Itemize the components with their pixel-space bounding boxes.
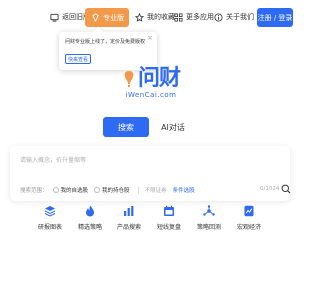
- info-icon: [214, 12, 223, 22]
- close-icon[interactable]: ×: [147, 35, 153, 42]
- nav-my-favorites[interactable]: 我的收藏: [135, 8, 175, 26]
- divider: [137, 186, 139, 194]
- nav-my-favorites-label: 我的收藏: [147, 13, 175, 21]
- calendar-icon: [163, 205, 175, 217]
- feature-label: 宏观经济: [236, 224, 261, 231]
- radio-holdings-label: 我的持仓股: [102, 188, 130, 194]
- network-icon: [203, 205, 215, 217]
- search-scope-row: 搜索范围： 我的自选股 我的持仓股 不限证券 条件选股: [20, 185, 195, 195]
- feature-strategy-backtest[interactable]: 策略回测: [189, 205, 229, 241]
- search-box: 搜索范围： 我的自选股 我的持仓股 不限证券 条件选股 0/1024: [10, 146, 292, 201]
- tab-ai-chat[interactable]: AI对话: [150, 117, 196, 137]
- feature-research-charts[interactable]: 研报图表: [30, 205, 70, 241]
- scope-label: 搜索范围：: [20, 188, 48, 194]
- radio-holdings[interactable]: 我的持仓股: [94, 186, 130, 194]
- monitor-icon: [50, 13, 59, 22]
- logo-text: 问财: [137, 66, 181, 91]
- nav-pro-version[interactable]: 专业版: [85, 8, 129, 27]
- feature-selected-strategy[interactable]: 精选策略: [70, 205, 110, 241]
- top-bar: 返回旧版 专业版 我的收藏 更多应用 关于我们 注册 / 登录: [0, 0, 300, 34]
- condition-filter-link[interactable]: 条件选股: [173, 186, 195, 194]
- popup-view-button[interactable]: 快来查看: [65, 54, 91, 64]
- logo-bulb-icon: [124, 71, 134, 87]
- bar-chart-icon: [123, 205, 135, 217]
- feature-label: 产品搜索: [116, 224, 141, 231]
- radio-dot: [52, 187, 59, 193]
- layers-icon: [44, 205, 56, 217]
- pro-announcement-popup: 问财专业版上线了，定价及免费版权限。 × 快来查看: [59, 32, 157, 70]
- nav-about-us-label: 关于我们: [226, 13, 254, 21]
- feature-macro-economy[interactable]: 宏观经济: [229, 205, 269, 241]
- radio-dot: [94, 187, 101, 193]
- feature-label: 策略回测: [196, 224, 221, 231]
- popup-message: 问财专业版上线了，定价及免费版权限。: [65, 39, 145, 45]
- feature-short-review[interactable]: 短线复盘: [149, 205, 189, 241]
- diamond-icon: [91, 13, 100, 22]
- login-button[interactable]: 注册 / 登录: [257, 8, 293, 27]
- nav-pro-version-label: 专业版: [103, 13, 124, 22]
- search-input[interactable]: [20, 154, 220, 166]
- char-count: 0/1024: [260, 186, 280, 192]
- stock-filter[interactable]: 不限证券: [145, 186, 167, 194]
- feature-label: 精选策略: [77, 224, 102, 231]
- feature-label: 研报图表: [37, 224, 62, 231]
- chart-doc-icon: [243, 205, 255, 217]
- search-icon[interactable]: [280, 183, 292, 195]
- tab-search[interactable]: 搜索: [103, 117, 149, 137]
- nav-old-version[interactable]: 返回旧版: [50, 8, 90, 26]
- radio-watchlist[interactable]: 我的自选股: [52, 186, 89, 194]
- grid-icon: [174, 12, 183, 22]
- nav-about-us[interactable]: 关于我们: [214, 8, 254, 26]
- star-icon: [135, 12, 144, 22]
- logo: 问财: [118, 66, 184, 92]
- feature-label: 短线复盘: [156, 224, 181, 231]
- nav-more-apps[interactable]: 更多应用: [174, 8, 214, 26]
- logo-domain: iWenCai.com: [125, 91, 177, 99]
- flame-icon: [84, 205, 96, 217]
- feature-product-search[interactable]: 产品搜索: [109, 205, 149, 241]
- nav-more-apps-label: 更多应用: [186, 13, 214, 21]
- radio-watchlist-label: 我的自选股: [60, 188, 89, 194]
